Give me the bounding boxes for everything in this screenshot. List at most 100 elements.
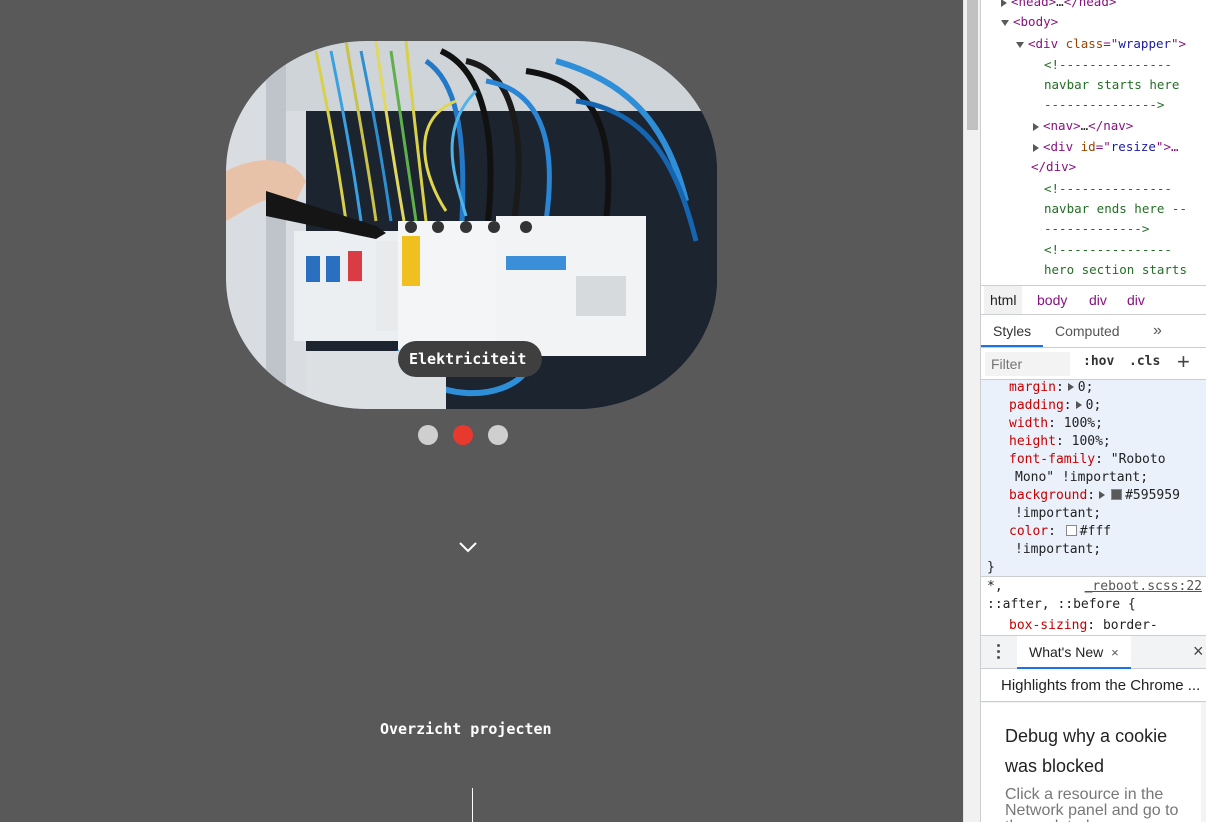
carousel-dot-1[interactable] (418, 425, 438, 445)
styles-filter-bar: :hov .cls + (981, 348, 1206, 380)
hov-button[interactable]: :hov (1083, 354, 1114, 369)
color-swatch-icon[interactable] (1065, 525, 1077, 536)
style-value: 100%; (1063, 416, 1103, 431)
tree-comment[interactable]: navbar ends here -- (1044, 199, 1187, 219)
rule-closing-brace: } (987, 560, 995, 575)
tag-text: <nav> (1043, 118, 1081, 133)
style-declaration[interactable]: font-family: "Roboto (1009, 451, 1166, 469)
tab-whats-new[interactable]: What's New × (1017, 636, 1131, 669)
cls-button[interactable]: .cls (1129, 354, 1160, 369)
whats-new-panel: Highlights from the Chrome ... Debug why… (981, 669, 1206, 822)
section-title: Overzicht projecten (380, 720, 552, 738)
breadcrumb-item-body[interactable]: body (1031, 286, 1073, 314)
tree-comment[interactable]: <!--------------- (1044, 179, 1172, 199)
style-value: border- (1102, 618, 1158, 633)
card-title: Debug why a cookie was blocked (1005, 726, 1168, 776)
style-declaration[interactable]: width: 100%; (1009, 415, 1103, 433)
style-value: 0; (1085, 398, 1102, 413)
whats-new-card[interactable]: Debug why a cookie was blocked Click a r… (981, 703, 1201, 822)
tag-text: </nav> (1088, 118, 1134, 133)
carousel-dot-2-active[interactable] (453, 425, 473, 445)
reboot-rule: *, _reboot.scss:22 ::after, ::before { b… (981, 576, 1206, 634)
tag-text: <head> (1011, 0, 1057, 9)
tree-node-head[interactable]: <head>…</head> (1001, 0, 1116, 12)
source-link[interactable]: _reboot.scss:22 (1085, 579, 1202, 594)
page-scrollbar[interactable] (963, 0, 980, 822)
add-rule-icon[interactable]: + (1177, 349, 1190, 375)
tag-text: <body> (1013, 14, 1059, 29)
styles-filter-input[interactable] (985, 352, 1070, 376)
page-viewport: Elektriciteit Overzicht projecten (0, 0, 963, 822)
tag-text: </head> (1063, 0, 1117, 9)
tree-closing-tag[interactable]: </div> (1031, 157, 1076, 177)
tree-comment[interactable]: <!--------------- (1044, 240, 1172, 260)
elements-tree: <head>…</head> <body> <div class="wrappe… (981, 0, 1206, 285)
close-drawer-icon[interactable]: × (1193, 641, 1204, 662)
tag-text: <div (1028, 36, 1066, 51)
expand-icon[interactable] (1001, 0, 1007, 7)
style-value-continuation[interactable]: !important; (1015, 541, 1101, 559)
expand-shorthand-icon[interactable] (1099, 491, 1106, 499)
carousel-dot-3[interactable] (488, 425, 508, 445)
breadcrumb-item-html[interactable]: html (984, 286, 1023, 314)
expand-icon[interactable] (1033, 122, 1039, 131)
tree-node-wrapper[interactable]: <div class="wrapper"> (1016, 34, 1186, 54)
style-declaration[interactable]: color: #fff (1009, 523, 1111, 541)
devtools-panel: <head>…</head> <body> <div class="wrappe… (980, 0, 1206, 822)
style-property: width (1009, 416, 1049, 431)
breadcrumb-item-div[interactable]: div (1121, 286, 1151, 314)
breadcrumb: html body div div (981, 285, 1206, 315)
style-declaration[interactable]: margin: 0; (1009, 380, 1093, 397)
breadcrumb-item-div[interactable]: div (1083, 286, 1113, 314)
card-body: Click a resource in the Network panel an… (1005, 786, 1179, 822)
tree-comment[interactable]: ---------------> (1044, 95, 1164, 115)
tab-styles[interactable]: Styles (981, 315, 1044, 347)
drawer-tabbar: What's New × × (981, 635, 1206, 669)
styles-tabbar: Styles Computed » (981, 315, 1206, 348)
close-tab-icon[interactable]: × (1111, 645, 1119, 660)
style-declaration[interactable]: height: 100%; (1009, 433, 1111, 451)
tree-comment[interactable]: hero section starts (1044, 260, 1187, 280)
tab-label: What's New (1029, 644, 1104, 660)
more-tabs-icon[interactable]: » (1141, 315, 1174, 347)
tree-comment[interactable]: -------------> (1044, 219, 1149, 239)
tag-text: =" (1103, 36, 1119, 51)
tree-node-resize[interactable]: <div id="resize">… (1033, 137, 1179, 157)
style-declaration[interactable]: box-sizing: border- (1009, 617, 1158, 634)
attr-name: class (1065, 36, 1104, 51)
style-property: margin (1009, 380, 1056, 395)
page-scrollbar-thumb[interactable] (967, 0, 978, 130)
styles-rule-pane: margin: 0; padding: 0; width: 100%; height: 1… (981, 380, 1206, 576)
attr-value: resize (1110, 139, 1156, 154)
style-property: color (1009, 524, 1049, 539)
style-value: #595959 (1125, 488, 1180, 503)
expand-shorthand-icon[interactable] (1075, 401, 1082, 409)
tag-text: "> (1171, 36, 1187, 51)
style-value: 100%; (1071, 434, 1111, 449)
style-declaration[interactable]: padding: 0; (1009, 397, 1101, 415)
tree-comment[interactable]: <!--------------- (1044, 55, 1172, 75)
tab-computed[interactable]: Computed (1043, 315, 1132, 347)
hero-caption-badge: Elektriciteit (398, 341, 543, 377)
style-property: background (1009, 488, 1088, 503)
whats-new-header: Highlights from the Chrome ... (981, 669, 1206, 702)
style-property: box-sizing (1009, 618, 1088, 633)
style-property: padding (1009, 398, 1064, 413)
expand-shorthand-icon[interactable] (1067, 383, 1074, 391)
tree-node-body[interactable]: <body> (1001, 12, 1058, 32)
collapse-icon[interactable] (1001, 19, 1009, 26)
kebab-menu-icon[interactable] (997, 644, 1001, 662)
tree-comment[interactable]: navbar starts here (1044, 75, 1179, 95)
style-property: height (1009, 434, 1056, 449)
expand-icon[interactable] (1033, 143, 1039, 152)
attr-name: id (1080, 139, 1096, 154)
chevron-down-icon[interactable] (457, 540, 479, 554)
style-declaration[interactable]: background: #595959 (1009, 487, 1180, 505)
tag-text: <div (1043, 139, 1081, 154)
style-value-continuation[interactable]: Mono" !important; (1015, 469, 1148, 487)
collapse-icon[interactable] (1016, 41, 1024, 48)
style-value: 0; (1077, 380, 1094, 395)
color-swatch-icon[interactable] (1111, 489, 1123, 500)
style-value-continuation[interactable]: !important; (1015, 505, 1101, 523)
tree-node-nav[interactable]: <nav>…</nav> (1033, 116, 1133, 136)
